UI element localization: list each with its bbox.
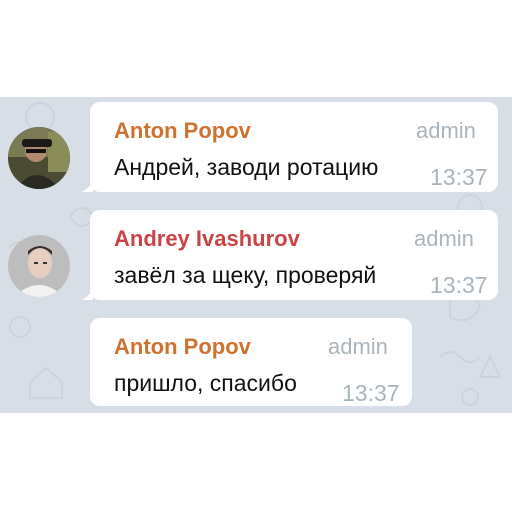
avatar-andrey-ivashurov[interactable] <box>8 235 70 297</box>
user-photo-icon <box>8 127 70 189</box>
user-photo-icon <box>8 235 70 297</box>
message-row: Anton Popov admin Андрей, заводи ротацию… <box>0 97 512 197</box>
bubble-tail <box>81 178 93 192</box>
admin-badge: admin <box>328 334 388 359</box>
sender-name[interactable]: Anton Popov <box>114 334 251 360</box>
sender-name[interactable]: Andrey Ivashurov <box>114 226 300 252</box>
message-text: Андрей, заводи ротацию <box>114 154 379 180</box>
message-time: 13:37 <box>430 272 488 298</box>
avatar-anton-popov[interactable] <box>8 127 70 189</box>
message-row: Andrey Ivashurov admin завёл за щеку, пр… <box>0 205 512 305</box>
message-bubble[interactable]: Andrey Ivashurov admin завёл за щеку, пр… <box>81 210 498 300</box>
sender-name[interactable]: Anton Popov <box>114 118 251 144</box>
message-row: Anton Popov admin пришло, спасибо 13:37 <box>0 313 512 413</box>
message-time: 13:37 <box>342 380 400 406</box>
message-bubble[interactable]: Anton Popov admin Андрей, заводи ротацию… <box>81 102 498 192</box>
message-time: 13:37 <box>430 164 488 190</box>
chat-history[interactable]: Anton Popov admin Андрей, заводи ротацию… <box>0 97 512 413</box>
message-bubble[interactable]: Anton Popov admin пришло, спасибо 13:37 <box>90 318 412 406</box>
message-text: пришло, спасибо <box>114 370 297 396</box>
admin-badge: admin <box>416 118 476 143</box>
message-text: завёл за щеку, проверяй <box>114 262 377 288</box>
admin-badge: admin <box>414 226 474 251</box>
bubble-tail <box>81 286 93 300</box>
